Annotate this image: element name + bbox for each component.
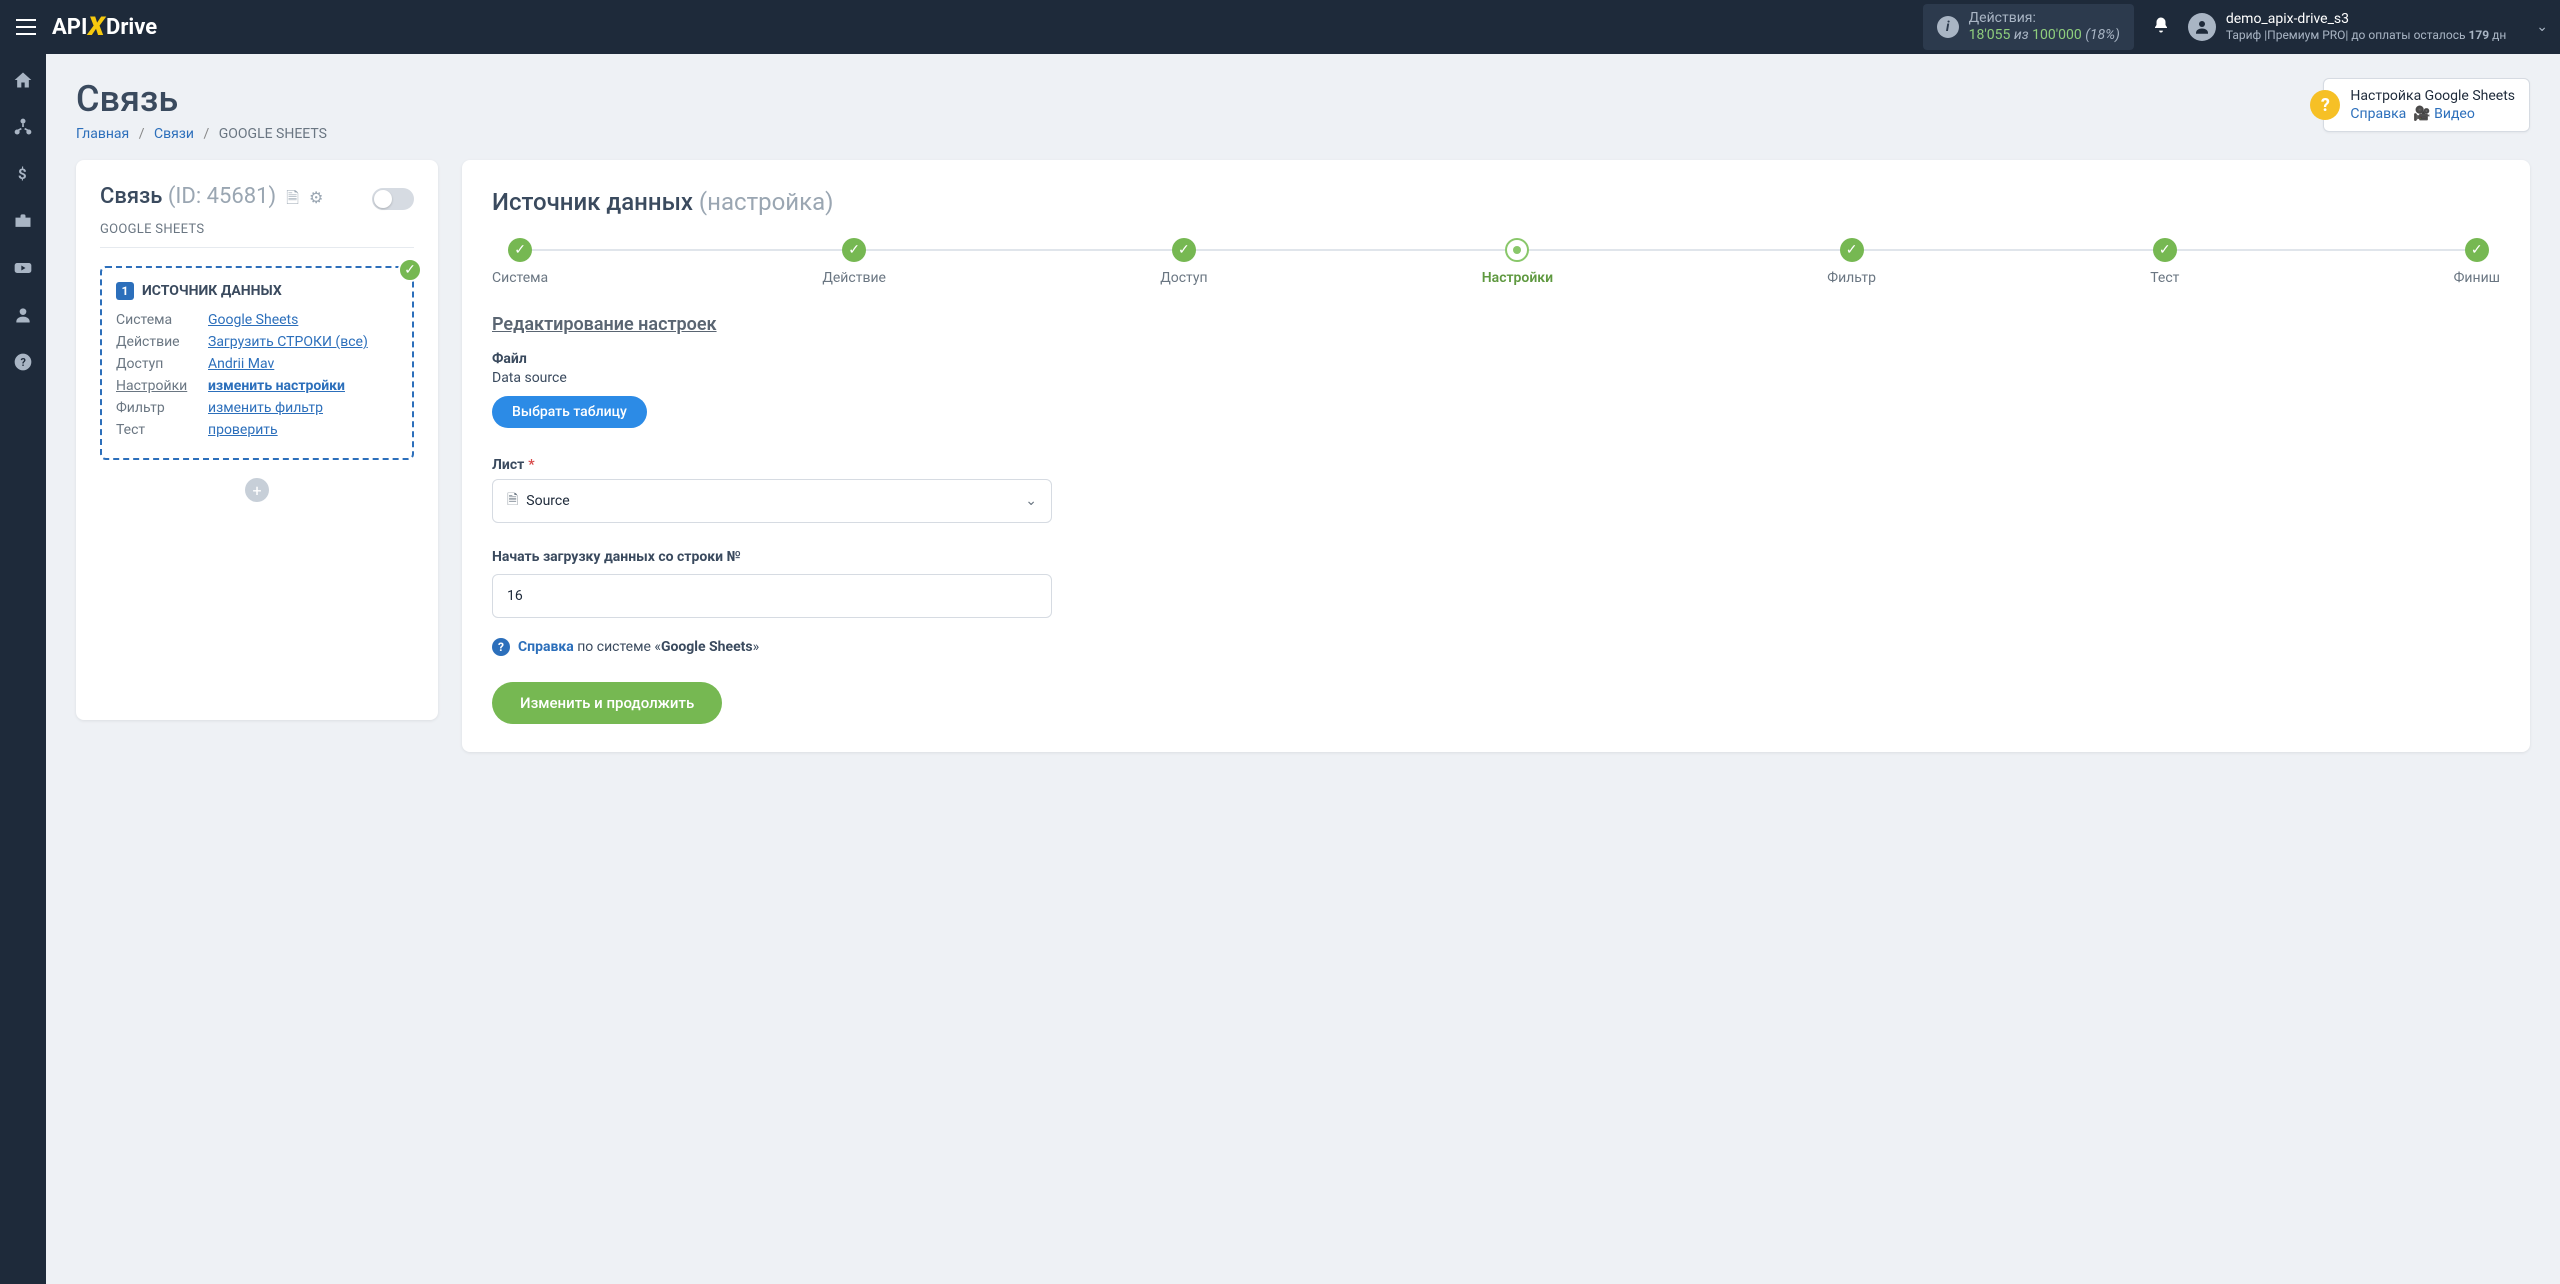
document-icon: 🗎 (507, 489, 518, 513)
add-step-button[interactable]: + (245, 478, 269, 502)
user-icon[interactable] (13, 305, 33, 330)
submit-button[interactable]: Изменить и продолжить (492, 682, 722, 724)
system-help-link[interactable]: ? Справка по системе «Google Sheets» (492, 638, 2500, 656)
help-small-icon: ? (492, 638, 510, 656)
crumb-links[interactable]: Связи (154, 126, 194, 142)
row-label: Начать загрузку данных со строки № (492, 549, 2500, 565)
settings-panel: Источник данных (настройка) ✓Система ✓Де… (462, 160, 2530, 752)
src-test[interactable]: проверить (208, 422, 278, 438)
notifications-icon[interactable] (2152, 16, 2170, 39)
chevron-down-icon: ⌄ (2536, 19, 2548, 35)
src-system[interactable]: Google Sheets (208, 312, 298, 328)
help-question-icon: ? (2310, 90, 2340, 120)
step-number-icon: 1 (116, 282, 134, 300)
connection-panel: Связь (ID: 45681) 🗎 ⚙ GOOGLE SHEETS ✓ 1И… (76, 160, 438, 720)
step-done-icon[interactable]: ✓ (1840, 238, 1864, 262)
step-current-icon[interactable] (1505, 238, 1529, 262)
video-icon[interactable] (13, 258, 33, 283)
user-menu[interactable]: demo_apix-drive_s3 Тариф |Премиум PRO| д… (2188, 11, 2548, 42)
topbar: APIXDrive i Действия: 18'055 из 100'000 … (0, 0, 2560, 54)
src-action[interactable]: Загрузить СТРОКИ (все) (208, 334, 368, 350)
home-icon[interactable] (13, 70, 33, 95)
check-icon: ✓ (398, 258, 422, 282)
section-heading: Редактирование настроек (492, 314, 2500, 335)
svg-text:?: ? (21, 356, 26, 369)
info-icon: i (1937, 16, 1959, 38)
step-done-icon[interactable]: ✓ (2465, 238, 2489, 262)
help-widget[interactable]: ? Настройка Google Sheets Справка 🎥 Виде… (2323, 78, 2530, 132)
start-row-input[interactable] (492, 574, 1052, 618)
src-access[interactable]: Andrii Mav (208, 356, 274, 372)
choose-table-button[interactable]: Выбрать таблицу (492, 396, 647, 428)
video-cam-icon: 🎥 (2413, 106, 2430, 122)
briefcase-icon[interactable] (13, 211, 33, 236)
help-icon[interactable]: ? (13, 352, 33, 377)
breadcrumb: Главная / Связи / GOOGLE SHEETS (76, 126, 2530, 142)
help-video-link[interactable]: Видео (2434, 106, 2475, 122)
avatar-icon (2188, 13, 2216, 41)
doc-icon[interactable]: 🗎 (286, 188, 299, 207)
chevron-down-icon: ⌄ (1025, 493, 1037, 509)
step-done-icon[interactable]: ✓ (2153, 238, 2177, 262)
file-label: Файл (492, 351, 2500, 367)
wizard-stepper: ✓Система ✓Действие ✓Доступ Настройки ✓Фи… (492, 238, 2500, 286)
username: demo_apix-drive_s3 (2226, 11, 2506, 28)
actions-used: 18'055 (1969, 27, 2011, 43)
sheet-select[interactable]: 🗎Source ⌄ (492, 479, 1052, 523)
help-ref-link[interactable]: Справка (2350, 106, 2406, 122)
actions-total: 100'000 (2032, 27, 2082, 43)
help-title: Настройка Google Sheets (2350, 87, 2515, 105)
step-done-icon[interactable]: ✓ (842, 238, 866, 262)
page-title: Связь (76, 78, 2530, 120)
step-done-icon[interactable]: ✓ (508, 238, 532, 262)
step-done-icon[interactable]: ✓ (1172, 238, 1196, 262)
logo-text-a: API (52, 15, 87, 40)
logo-text-b: Drive (106, 15, 157, 40)
logo-x-icon: X (86, 12, 108, 42)
file-value: Data source (492, 370, 2500, 386)
system-label: GOOGLE SHEETS (100, 222, 414, 248)
actions-label: Действия: (1969, 10, 2120, 27)
sheet-label: Лист (492, 457, 524, 473)
billing-icon[interactable]: $ (13, 164, 33, 189)
crumb-home[interactable]: Главная (76, 126, 129, 142)
gear-icon[interactable]: ⚙ (309, 188, 323, 207)
connection-id: (ID: 45681) (168, 184, 276, 209)
connections-icon[interactable] (13, 117, 33, 142)
enable-toggle[interactable] (372, 188, 414, 210)
svg-text:$: $ (18, 165, 27, 183)
src-filter[interactable]: изменить фильтр (208, 400, 323, 416)
sidebar: $ ? (0, 54, 46, 1284)
src-settings[interactable]: изменить настройки (208, 378, 345, 394)
actions-badge[interactable]: i Действия: 18'055 из 100'000 (18%) (1923, 4, 2134, 50)
logo[interactable]: APIXDrive (52, 12, 157, 42)
menu-toggle[interactable] (12, 13, 40, 41)
source-box: ✓ 1ИСТОЧНИК ДАННЫХ СистемаGoogle Sheets … (100, 266, 414, 460)
crumb-current: GOOGLE SHEETS (219, 126, 327, 142)
